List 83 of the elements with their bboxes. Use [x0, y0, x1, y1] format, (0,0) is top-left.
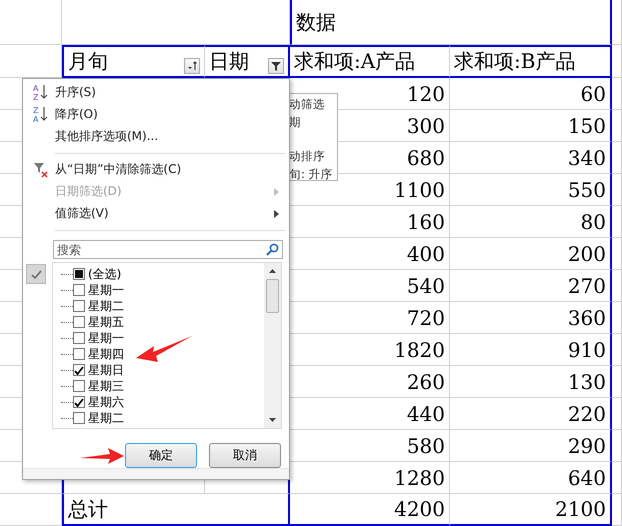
grid-cell — [612, 174, 622, 206]
scroll-thumb[interactable] — [266, 279, 279, 314]
column-header: 求和项:B产品 — [450, 45, 612, 78]
checkbox[interactable] — [73, 412, 85, 424]
table-cell: 80 — [450, 206, 612, 238]
pointer-arrow — [136, 336, 192, 362]
column-header: 月旬 — [62, 45, 205, 78]
table-cell: 60 — [450, 78, 612, 110]
table-cell: 200 — [450, 238, 612, 270]
list-item[interactable]: 星期二 — [61, 410, 264, 426]
menu-item[interactable]: 从“日期”中清除筛选(C) — [23, 158, 289, 181]
table-cell: 360 — [450, 302, 612, 334]
clear-filter-icon — [33, 162, 49, 178]
grid-cell — [0, 494, 62, 526]
checkbox[interactable] — [73, 316, 85, 328]
checkbox[interactable] — [73, 364, 85, 376]
menu-item[interactable]: Z A 降序(O) — [23, 103, 289, 126]
checkbox[interactable] — [73, 268, 85, 280]
checkmark-icon[interactable] — [26, 264, 46, 284]
checkbox[interactable] — [73, 380, 85, 392]
table-cell: 270 — [450, 270, 612, 302]
list-item[interactable]: (全选) — [61, 266, 264, 282]
column-header: 求和项:A产品 — [290, 45, 450, 78]
submenu-arrow-icon — [274, 210, 279, 218]
table-cell: 290 — [450, 430, 612, 462]
table-cell: 550 — [450, 174, 612, 206]
list-item[interactable]: 星期五 — [61, 314, 264, 330]
filter-dropdown-button[interactable] — [268, 58, 284, 74]
grid-cell — [612, 270, 622, 302]
scrollbar[interactable] — [264, 263, 281, 428]
pointer-arrow — [80, 446, 124, 466]
table-cell: 1280 — [290, 462, 450, 494]
grid-cell — [612, 430, 622, 462]
resize-grip[interactable] — [23, 468, 289, 479]
search-icon — [266, 243, 279, 256]
grid-cell — [612, 366, 622, 398]
table-cell: 640 — [450, 462, 612, 494]
grid-cell — [612, 142, 622, 174]
sort-dropdown-button[interactable] — [184, 58, 200, 74]
grid-cell — [612, 494, 622, 526]
table-cell: 220 — [450, 398, 612, 430]
grid-cell — [612, 398, 622, 430]
list-item[interactable]: 星期一 — [61, 282, 264, 298]
checkbox[interactable] — [73, 332, 85, 344]
list-item[interactable]: 星期三 — [61, 378, 264, 394]
grid-cell — [612, 45, 622, 78]
grid-cell — [0, 0, 62, 45]
submenu-arrow-icon — [274, 188, 279, 196]
table-cell: 2100 — [450, 494, 612, 526]
checkbox[interactable] — [73, 396, 85, 408]
sort-icon — [186, 60, 198, 72]
grid-cell — [612, 110, 622, 142]
search-field[interactable]: 搜索 — [53, 240, 283, 260]
grid-cell — [612, 78, 622, 110]
table-cell: 130 — [450, 366, 612, 398]
ok-button[interactable]: 确定 — [125, 443, 197, 468]
list-item[interactable]: 星期二 — [61, 298, 264, 314]
list-item[interactable]: 星期六 — [61, 394, 264, 410]
table-cell: 340 — [450, 142, 612, 174]
menu-item[interactable]: 其他排序选项(M)... — [23, 125, 289, 148]
list-item[interactable]: 星期日 — [61, 362, 264, 378]
scroll-down-icon[interactable] — [269, 418, 276, 422]
filter-icon — [270, 60, 282, 72]
table-cell: 150 — [450, 110, 612, 142]
checkbox[interactable] — [73, 300, 85, 312]
checkbox[interactable] — [73, 284, 85, 296]
grid-cell — [612, 462, 622, 494]
grid-cell — [612, 334, 622, 366]
menu-item[interactable]: 值筛选(V) — [23, 202, 289, 225]
cancel-button[interactable]: 取消 — [209, 443, 281, 468]
list-item[interactable]: 星期一 — [61, 330, 264, 346]
grid-cell — [612, 302, 622, 334]
scroll-up-icon[interactable] — [269, 269, 276, 274]
checkbox[interactable] — [73, 348, 85, 360]
list-item[interactable]: 星期四 — [61, 346, 264, 362]
grid-cell — [612, 238, 622, 270]
table-cell: 910 — [450, 334, 612, 366]
menu-item[interactable]: A Z 升序(S) — [23, 81, 289, 104]
table-header: 数据 — [290, 0, 612, 45]
row-label: 总计 — [62, 494, 290, 526]
table-cell: 4200 — [290, 494, 450, 526]
grid-cell — [612, 206, 622, 238]
grid-cell — [612, 0, 622, 45]
